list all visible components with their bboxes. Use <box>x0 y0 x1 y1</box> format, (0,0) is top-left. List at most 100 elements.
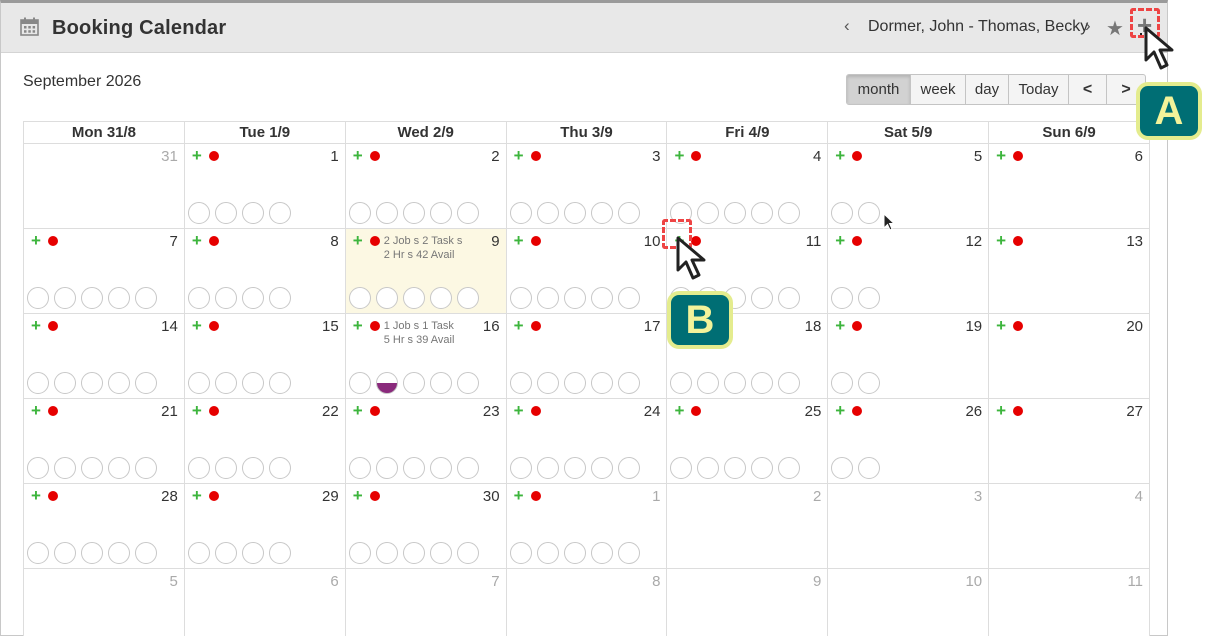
time-slot[interactable] <box>268 457 291 479</box>
day-number[interactable]: 5 <box>170 573 178 590</box>
time-slot[interactable] <box>724 372 747 394</box>
status-dot-icon[interactable] <box>208 491 219 501</box>
time-slot[interactable] <box>108 457 130 479</box>
time-slot[interactable] <box>268 202 291 224</box>
time-slot[interactable] <box>563 202 586 224</box>
day-number[interactable]: 11 <box>1127 573 1143 590</box>
day-number[interactable]: 30 <box>483 488 500 505</box>
day-cell[interactable]: +8 <box>184 229 346 314</box>
add-booking-icon[interactable]: + <box>996 402 1006 419</box>
time-slot[interactable] <box>858 287 881 309</box>
time-slot[interactable] <box>187 287 210 309</box>
day-number[interactable]: 2 <box>813 488 821 505</box>
day-number[interactable]: 15 <box>322 318 339 335</box>
status-dot-icon[interactable] <box>369 321 380 331</box>
add-booking-icon[interactable]: + <box>835 402 845 419</box>
time-slot[interactable] <box>348 202 371 224</box>
status-dot-icon[interactable] <box>852 406 863 416</box>
star-icon[interactable]: ★ <box>1106 16 1124 41</box>
day-cell[interactable]: 9 <box>667 569 829 636</box>
day-cell[interactable]: +28 <box>24 484 185 569</box>
add-booking-icon[interactable]: + <box>514 232 524 249</box>
day-cell[interactable]: +3 <box>506 144 668 229</box>
time-slot[interactable] <box>670 457 693 479</box>
day-cell[interactable]: +23 <box>345 399 507 484</box>
add-booking-icon[interactable]: + <box>835 317 845 334</box>
time-slot[interactable] <box>54 372 76 394</box>
time-slot[interactable] <box>402 287 425 309</box>
day-cell[interactable]: +26 <box>828 399 990 484</box>
time-slot[interactable] <box>751 457 774 479</box>
status-dot-icon[interactable] <box>691 406 702 416</box>
day-number[interactable]: 31 <box>161 148 178 165</box>
time-slot[interactable] <box>509 457 532 479</box>
time-slot[interactable] <box>509 202 532 224</box>
day-number[interactable]: 8 <box>652 573 660 590</box>
next-person-icon[interactable]: › <box>1085 16 1091 36</box>
today-button[interactable]: Today <box>1009 75 1069 104</box>
time-slot[interactable] <box>456 372 479 394</box>
time-slot[interactable] <box>27 287 49 309</box>
day-cell[interactable]: +21 <box>24 399 185 484</box>
day-number[interactable]: 10 <box>644 233 661 250</box>
day-number[interactable]: 9 <box>813 573 821 590</box>
time-slot[interactable] <box>135 287 157 309</box>
day-number[interactable]: 14 <box>161 318 178 335</box>
view-week-button[interactable]: week <box>911 75 966 104</box>
day-number[interactable]: 25 <box>805 403 822 420</box>
day-cell[interactable]: +1 <box>184 144 346 229</box>
status-dot-icon[interactable] <box>48 321 58 331</box>
status-dot-icon[interactable] <box>852 321 863 331</box>
time-slot[interactable] <box>778 372 801 394</box>
time-slot[interactable] <box>456 202 479 224</box>
day-number[interactable]: 7 <box>491 573 499 590</box>
time-slot[interactable] <box>536 542 559 564</box>
status-dot-icon[interactable] <box>208 406 219 416</box>
time-slot[interactable] <box>81 287 103 309</box>
day-number[interactable]: 24 <box>644 403 661 420</box>
time-slot[interactable] <box>187 202 210 224</box>
booked-slot[interactable] <box>375 372 398 394</box>
time-slot[interactable] <box>778 457 801 479</box>
day-number[interactable]: 18 <box>805 318 822 335</box>
time-slot[interactable] <box>375 287 398 309</box>
add-booking-icon[interactable]: + <box>31 317 41 334</box>
day-number[interactable]: 20 <box>1126 318 1143 335</box>
view-month-button[interactable]: month <box>847 75 911 104</box>
day-number[interactable]: 19 <box>965 318 982 335</box>
day-number[interactable]: 6 <box>1135 148 1143 165</box>
status-dot-icon[interactable] <box>852 151 863 161</box>
time-slot[interactable] <box>375 202 398 224</box>
add-booking-icon[interactable]: + <box>31 487 41 504</box>
time-slot[interactable] <box>617 372 640 394</box>
status-dot-icon[interactable] <box>852 236 863 246</box>
day-cell[interactable]: +2 <box>345 144 507 229</box>
add-booking-icon[interactable]: + <box>192 487 202 504</box>
time-slot[interactable] <box>536 202 559 224</box>
time-slot[interactable] <box>108 372 130 394</box>
add-booking-icon[interactable]: + <box>353 317 363 334</box>
time-slot[interactable] <box>563 542 586 564</box>
time-slot[interactable] <box>187 372 210 394</box>
time-slot[interactable] <box>697 457 720 479</box>
time-slot[interactable] <box>778 287 801 309</box>
time-slot[interactable] <box>402 457 425 479</box>
day-number[interactable]: 27 <box>1126 403 1143 420</box>
time-slot[interactable] <box>54 542 76 564</box>
add-booking-icon[interactable]: + <box>835 147 845 164</box>
time-slot[interactable] <box>590 202 613 224</box>
time-slot[interactable] <box>375 542 398 564</box>
day-cell[interactable]: 8 <box>506 569 668 636</box>
time-slot[interactable] <box>214 202 237 224</box>
time-slot[interactable] <box>456 287 479 309</box>
add-booking-icon[interactable]: + <box>674 147 684 164</box>
add-booking-icon[interactable]: + <box>353 487 363 504</box>
time-slot[interactable] <box>429 372 452 394</box>
day-cell[interactable]: +30 <box>345 484 507 569</box>
time-slot[interactable] <box>536 372 559 394</box>
time-slot[interactable] <box>590 542 613 564</box>
status-dot-icon[interactable] <box>48 406 58 416</box>
day-cell[interactable]: +5 <box>828 144 990 229</box>
day-cell[interactable]: 2 <box>667 484 829 569</box>
time-slot[interactable] <box>590 372 613 394</box>
